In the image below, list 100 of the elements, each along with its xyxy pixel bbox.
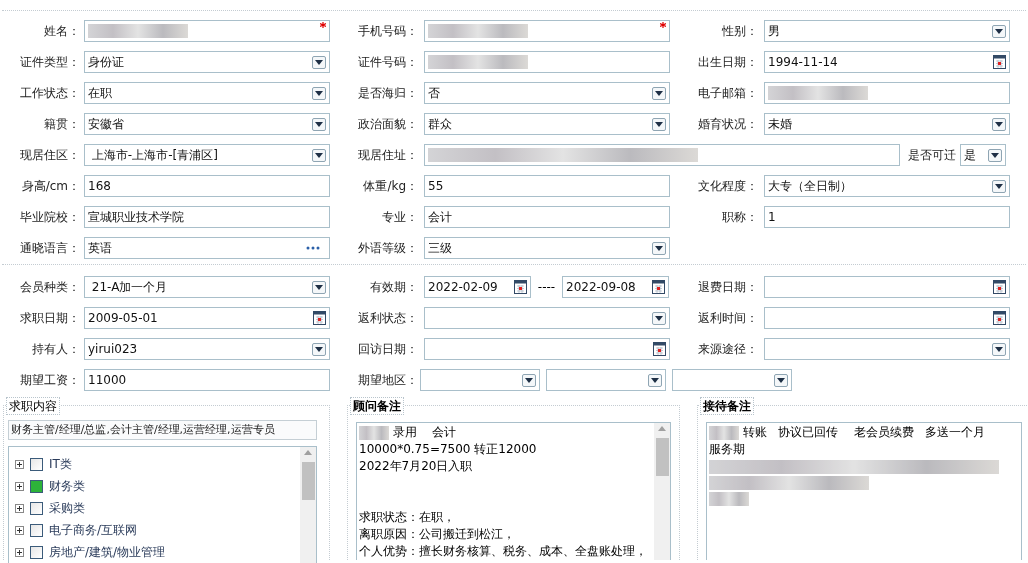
select-field[interactable]: 是: [960, 144, 1006, 166]
category-label[interactable]: 财务类: [49, 477, 85, 495]
select-field[interactable]: 身份证: [84, 51, 330, 73]
date-field[interactable]: [424, 338, 670, 360]
notes-textarea[interactable]: 转账 协议已回传 老会员续费 多送一个月 服务期: [706, 422, 1022, 560]
note-line: 离职原因：公司搬迁到松江，: [359, 526, 515, 543]
category-label[interactable]: 房地产/建筑/物业管理: [49, 543, 166, 561]
text-field[interactable]: 1: [764, 206, 1010, 228]
notes-textarea[interactable]: 录用 会计 10000*0.75=7500 转正12000 2022年7月20日入职 求职状态：在职， 离职原因：公司搬迁到松江， 个人优势：擅长财务核算、税务、成本、全盘账处理，: [356, 422, 671, 560]
select-field[interactable]: 21-A加一个月: [84, 276, 330, 298]
field-label: 政治面貌：: [357, 116, 418, 133]
checkbox[interactable]: [30, 457, 43, 471]
input-field[interactable]: [764, 82, 1010, 104]
text-field[interactable]: 55: [424, 175, 670, 197]
section-legend: 求职内容: [6, 397, 60, 415]
date-field[interactable]: 1994-11-14: [764, 51, 1010, 73]
select-field[interactable]: [420, 369, 540, 391]
category-label[interactable]: 采购类: [49, 499, 85, 517]
field-label: 手机号码：: [357, 23, 418, 40]
select-field[interactable]: 在职: [84, 82, 330, 104]
select-field[interactable]: 群众: [424, 113, 670, 135]
select-field[interactable]: 上海市-上海市-[青浦区]: [84, 144, 330, 166]
select-field[interactable]: 男: [764, 20, 1010, 42]
field-label: 工作状态：: [19, 85, 80, 102]
calendar-icon[interactable]: [514, 280, 527, 294]
section-legend: 接待备注: [700, 397, 754, 415]
input-field[interactable]: [424, 20, 670, 42]
select-field[interactable]: [546, 369, 666, 391]
lookup-value: 英语: [88, 240, 112, 257]
expand-icon[interactable]: [15, 481, 24, 491]
field-label: 婚育状况：: [697, 116, 758, 133]
calendar-icon[interactable]: [313, 311, 326, 325]
date-value: 2009-05-01: [88, 310, 158, 327]
text-field[interactable]: 宣城职业技术学院: [84, 206, 330, 228]
field-label: 退费日期：: [697, 279, 758, 296]
expand-icon[interactable]: [15, 525, 24, 535]
select-field[interactable]: 大专（全日制）: [764, 175, 1010, 197]
field-label: 回访日期：: [357, 341, 418, 358]
select-field[interactable]: [764, 338, 1010, 360]
scrollbar-thumb[interactable]: [301, 462, 315, 500]
calendar-icon[interactable]: [993, 311, 1006, 325]
select-value: 大专（全日制）: [768, 178, 852, 195]
select-field[interactable]: 三级: [424, 237, 670, 259]
lookup-field[interactable]: 英语: [84, 237, 330, 259]
field-label: 会员种类：: [19, 279, 80, 296]
range-separator: ----: [536, 279, 557, 296]
date-value: 1994-11-14: [768, 54, 838, 71]
text-field[interactable]: 会计: [424, 206, 670, 228]
expand-icon[interactable]: [15, 459, 24, 469]
select-value: 群众: [428, 116, 452, 133]
select-field[interactable]: [424, 307, 670, 329]
scrollbar[interactable]: [654, 423, 670, 560]
category-label[interactable]: 电子商务/互联网: [49, 521, 138, 539]
field-label: 期望工资：: [19, 372, 80, 389]
text-field[interactable]: 168: [84, 175, 330, 197]
select-value: 否: [428, 85, 440, 102]
text-field[interactable]: 11000: [84, 369, 330, 391]
date-field[interactable]: 2009-05-01: [84, 307, 330, 329]
scrollbar-thumb[interactable]: [655, 438, 669, 476]
checkbox[interactable]: [30, 545, 43, 559]
input-field[interactable]: [84, 20, 330, 42]
select-value: 安徽省: [88, 116, 124, 133]
field-label: 证件类型：: [19, 54, 80, 71]
note-line: 10000*0.75=7500 转正12000: [359, 441, 537, 458]
scrollbar[interactable]: [300, 447, 316, 563]
field-label: 是否可迁: [908, 147, 956, 164]
category-label[interactable]: IT类: [49, 455, 72, 473]
select-field[interactable]: 否: [424, 82, 670, 104]
note-line: 求职状态：在职，: [359, 509, 455, 526]
input-field[interactable]: [424, 51, 670, 73]
select-field[interactable]: [672, 369, 792, 391]
checkbox[interactable]: [30, 501, 43, 515]
field-label: 专业：: [381, 209, 418, 226]
date-field[interactable]: [764, 276, 1010, 298]
checkbox[interactable]: [30, 479, 43, 493]
field-label: 姓名：: [43, 23, 80, 40]
date-field[interactable]: 2022-02-09: [424, 276, 531, 298]
select-field[interactable]: 未婚: [764, 113, 1010, 135]
calendar-icon[interactable]: [993, 280, 1006, 294]
expand-icon[interactable]: [15, 503, 24, 513]
select-value: 三级: [428, 240, 452, 257]
field-label: 求职日期：: [19, 310, 80, 327]
date-field[interactable]: [764, 307, 1010, 329]
select-field[interactable]: 安徽省: [84, 113, 330, 135]
select-value: 在职: [88, 85, 112, 102]
date-value: 2022-02-09: [428, 279, 498, 296]
calendar-icon[interactable]: [653, 342, 666, 356]
field-label: 身高/cm：: [20, 178, 80, 195]
calendar-icon[interactable]: [652, 280, 665, 294]
calendar-icon[interactable]: [993, 55, 1006, 69]
field-label: 返利状态：: [357, 310, 418, 327]
checkbox[interactable]: [30, 523, 43, 537]
expand-icon[interactable]: [15, 547, 24, 557]
more-icon[interactable]: [306, 246, 320, 250]
select-field[interactable]: yirui023: [84, 338, 330, 360]
date-field[interactable]: 2022-09-08: [562, 276, 669, 298]
section-legend: 顾问备注: [350, 397, 404, 415]
field-label: 持有人：: [31, 341, 80, 358]
input-field[interactable]: [424, 144, 900, 166]
selected-jobs-field[interactable]: 财务主管/经理/总监,会计主管/经理,运营经理,运营专员: [8, 420, 317, 440]
